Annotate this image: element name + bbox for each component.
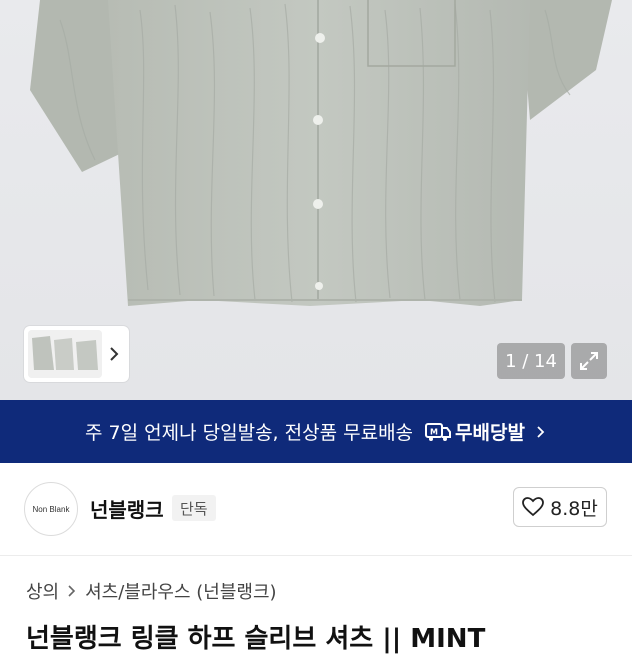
banner-brand: M 무배당발 — [425, 418, 525, 445]
thumbnail-image[interactable] — [28, 330, 102, 378]
store-name[interactable]: 넌블랭크 — [90, 494, 164, 523]
chevron-right-icon[interactable] — [106, 342, 122, 366]
breadcrumb-item[interactable]: 셔츠/블라우스 (넌블랭크) — [85, 578, 276, 604]
banner-text: 주 7일 언제나 당일발송, 전상품 무료배송 — [85, 422, 414, 444]
exclusive-badge: 단독 — [172, 495, 216, 521]
heart-icon — [522, 497, 545, 517]
truck-icon: M — [425, 422, 452, 441]
like-count: 8.8만 — [550, 497, 598, 520]
breadcrumb-item[interactable]: 상의 — [26, 578, 59, 604]
product-title: 넌블랭크 링클 하프 슬리브 셔츠 || MINT — [26, 624, 486, 654]
chevron-right-icon — [535, 423, 547, 441]
like-button[interactable]: 8.8만 — [513, 487, 607, 527]
expand-icon — [580, 352, 598, 370]
thumbnail-strip[interactable] — [24, 326, 129, 382]
divider — [0, 555, 632, 556]
svg-text:M: M — [430, 427, 438, 436]
store-logo-text: Non Blank — [32, 504, 70, 514]
chevron-right-icon — [67, 583, 77, 599]
breadcrumb: 상의 셔츠/블라우스 (넌블랭크) — [26, 578, 277, 604]
store-logo[interactable]: Non Blank — [24, 482, 78, 536]
product-image-gallery[interactable]: 1 / 14 — [0, 0, 632, 400]
shipping-banner[interactable]: 주 7일 언제나 당일발송, 전상품 무료배송 M 무배당발 — [0, 400, 632, 463]
expand-button[interactable] — [571, 343, 607, 379]
banner-brand-label: 무배당발 — [455, 422, 525, 444]
image-counter: 1 / 14 — [497, 343, 565, 379]
